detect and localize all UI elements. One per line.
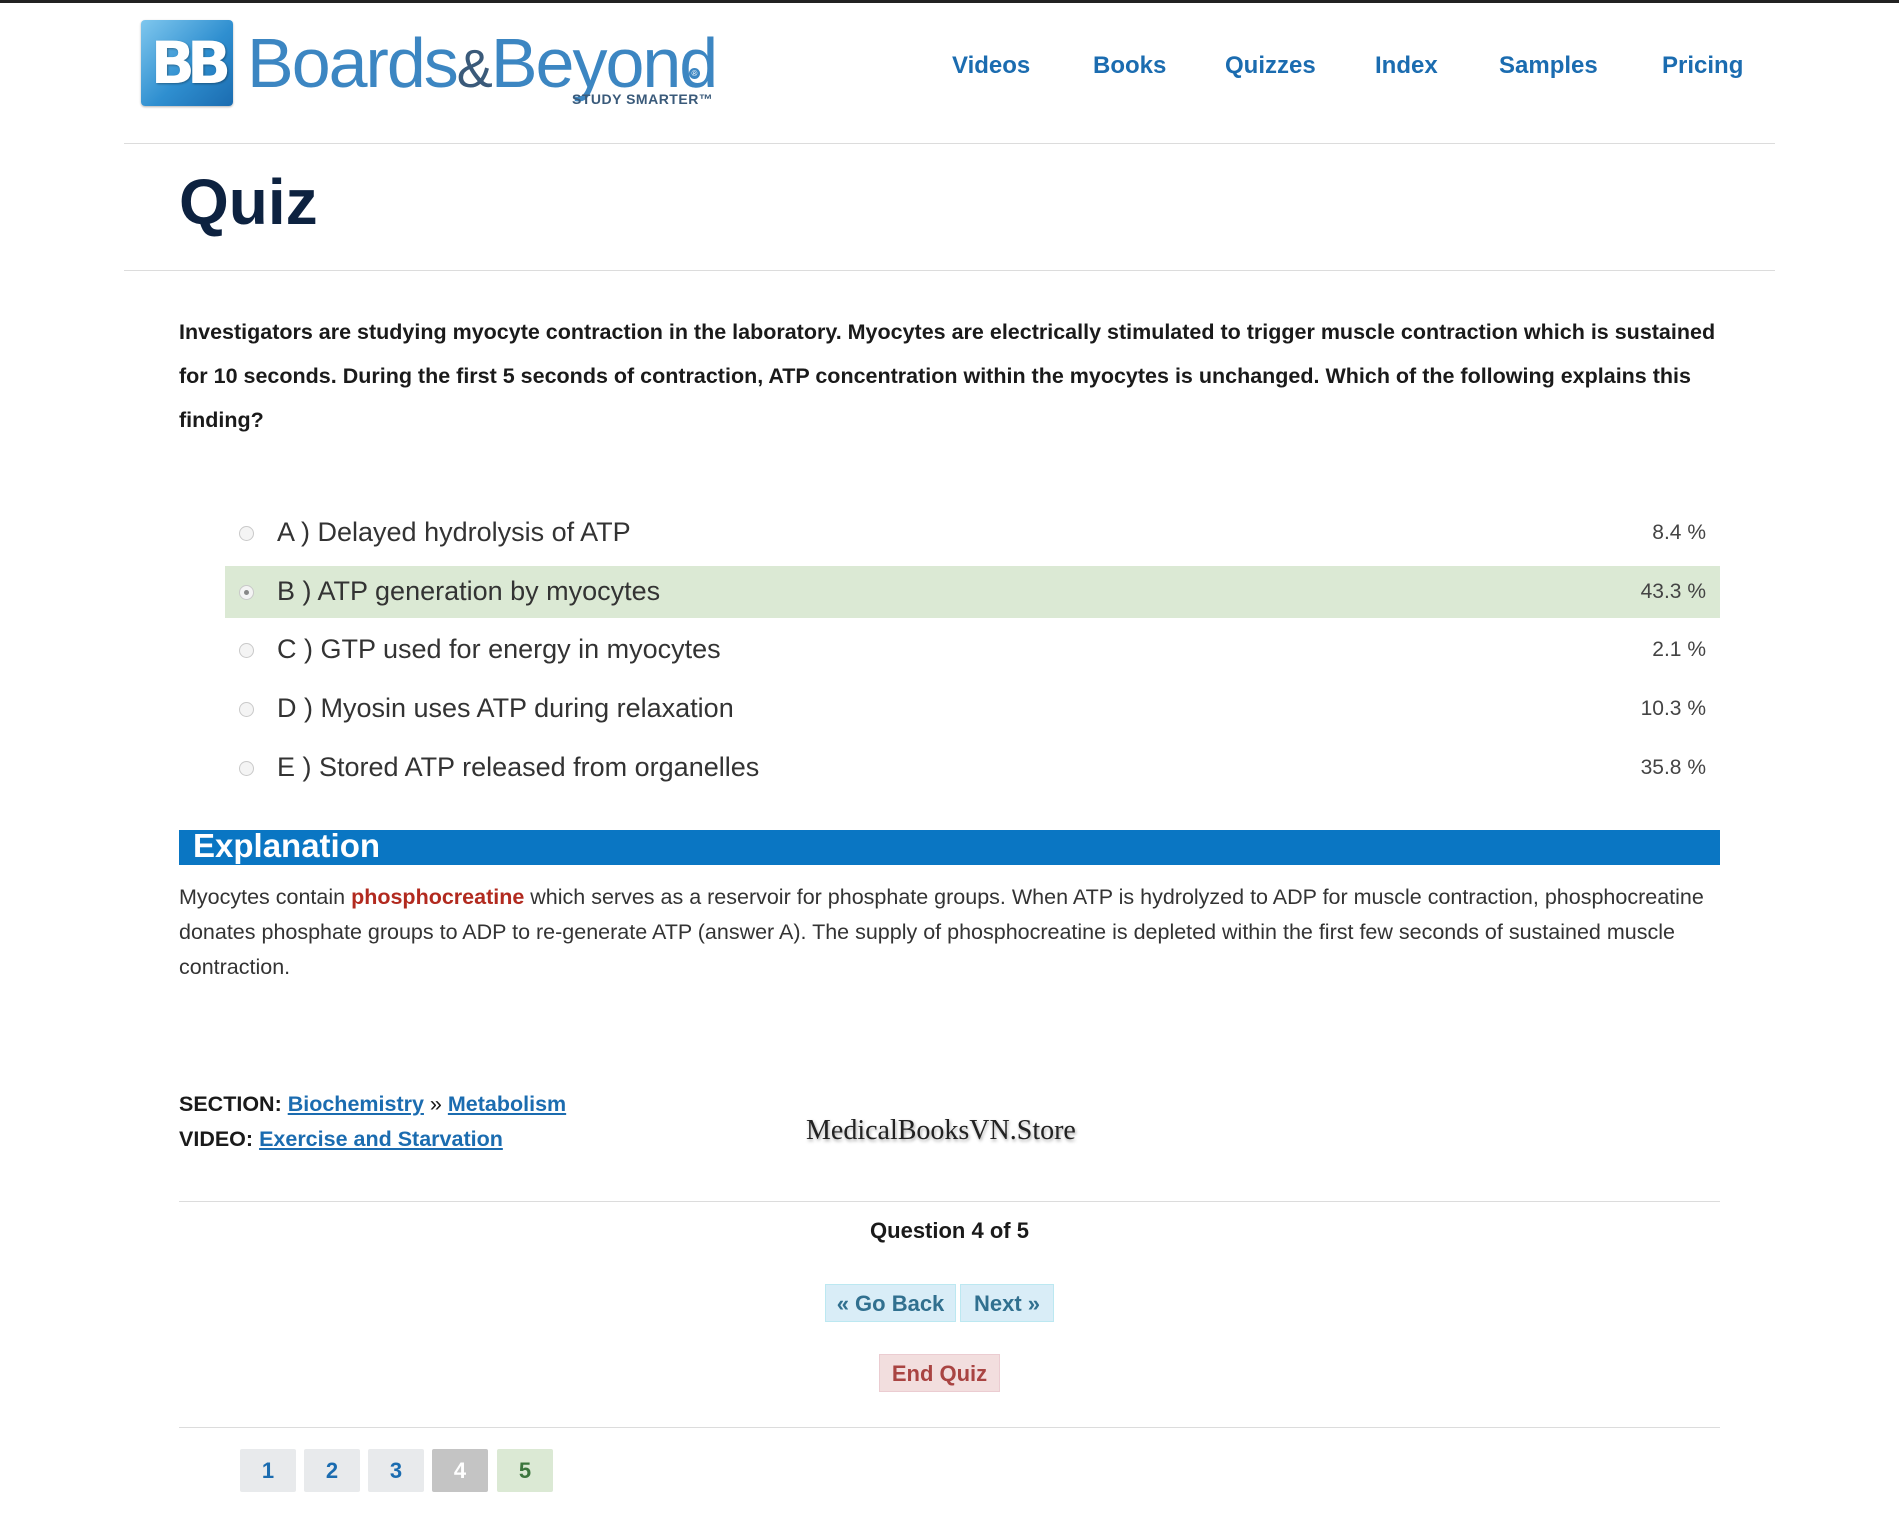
logo-tagline: STUDY SMARTER™ (572, 91, 714, 107)
section-label: SECTION: (179, 1092, 282, 1116)
logo-badge: BB (141, 20, 233, 106)
end-quiz-button[interactable]: End Quiz (879, 1354, 1000, 1392)
answer-label: D ) Myosin uses ATP during relaxation (277, 693, 734, 723)
answer-option-e[interactable]: E ) Stored ATP released from organelles … (225, 742, 1720, 794)
page-button-1[interactable]: 1 (240, 1449, 296, 1492)
page-button-2[interactable]: 2 (304, 1449, 360, 1492)
answer-label: A ) Delayed hydrolysis of ATP (277, 517, 631, 547)
question-stem: Investigators are studying myocyte contr… (179, 320, 1716, 432)
answer-option-a[interactable]: A ) Delayed hydrolysis of ATP 8.4 % (225, 507, 1720, 559)
registered-mark-icon: ® (689, 68, 700, 79)
section-link-biochemistry[interactable]: Biochemistry (288, 1092, 424, 1116)
nav-books[interactable]: Books (1093, 52, 1166, 80)
page-button-4[interactable]: 4 (432, 1449, 488, 1492)
nav-samples[interactable]: Samples (1499, 52, 1598, 80)
section-line: SECTION: Biochemistry » Metabolism (179, 1092, 566, 1117)
next-button[interactable]: Next » (960, 1284, 1054, 1322)
video-link[interactable]: Exercise and Starvation (259, 1127, 503, 1151)
page-button-3[interactable]: 3 (368, 1449, 424, 1492)
highlighted-term: phosphocreatine (351, 885, 525, 909)
nav-divider-top (179, 1201, 1720, 1202)
top-border (0, 0, 1899, 3)
nav-index[interactable]: Index (1375, 52, 1438, 80)
radio-icon[interactable] (239, 643, 254, 658)
section-link-metabolism[interactable]: Metabolism (448, 1092, 566, 1116)
radio-icon[interactable] (239, 702, 254, 717)
explanation-header: Explanation (179, 827, 1720, 865)
answer-percentage: 43.3 % (1640, 580, 1706, 603)
radio-icon[interactable] (239, 761, 254, 776)
explanation-title: Explanation (193, 827, 381, 864)
video-line: VIDEO: Exercise and Starvation (179, 1127, 503, 1152)
nav-pricing[interactable]: Pricing (1662, 52, 1743, 80)
header-divider (124, 143, 1775, 144)
explanation-text: Myocytes contain phosphocreatine which s… (179, 885, 1704, 979)
answer-label: C ) GTP used for energy in myocytes (277, 634, 721, 664)
radio-selected-icon[interactable] (239, 585, 254, 600)
answer-option-b[interactable]: B ) ATP generation by myocytes 43.3 % (225, 566, 1720, 618)
nav-videos[interactable]: Videos (952, 52, 1030, 80)
page-button-5[interactable]: 5 (497, 1449, 553, 1492)
answer-label: E ) Stored ATP released from organelles (277, 752, 760, 782)
answer-percentage: 2.1 % (1652, 638, 1706, 661)
answer-percentage: 10.3 % (1640, 697, 1706, 720)
go-back-button[interactable]: « Go Back (825, 1284, 956, 1322)
answer-percentage: 8.4 % (1652, 521, 1706, 544)
page-title: Quiz (179, 166, 318, 238)
radio-icon[interactable] (239, 526, 254, 541)
nav-quizzes[interactable]: Quizzes (1225, 52, 1316, 80)
breadcrumb-separator: » (429, 1092, 442, 1116)
boards-beyond-logo[interactable]: BB Boards&Beyond ® STUDY SMARTER™ (141, 20, 718, 112)
nav-divider-bottom (179, 1427, 1720, 1428)
title-divider (124, 270, 1775, 271)
answer-option-c[interactable]: C ) GTP used for energy in myocytes 2.1 … (225, 624, 1720, 676)
answer-percentage: 35.8 % (1640, 756, 1706, 779)
answer-label: B ) ATP generation by myocytes (277, 576, 661, 606)
watermark-text: MedicalBooksVN.Store (806, 1115, 1076, 1146)
video-label: VIDEO: (179, 1127, 254, 1151)
question-counter: Question 4 of 5 (870, 1218, 1029, 1243)
answer-option-d[interactable]: D ) Myosin uses ATP during relaxation 10… (225, 683, 1720, 735)
